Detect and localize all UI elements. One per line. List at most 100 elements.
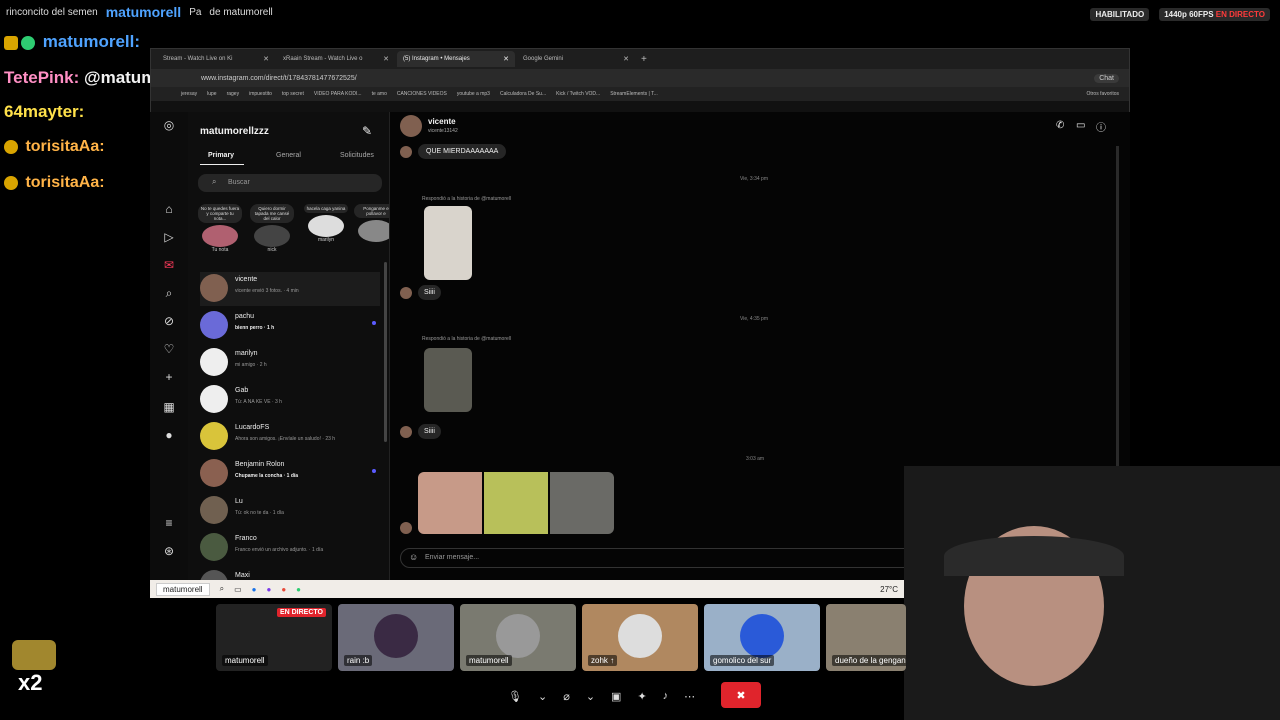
note-item[interactable]: Ponganme e pollavor e [354,204,389,242]
bookmark-item[interactable]: jeresay [181,91,197,97]
microphone-icon[interactable]: 🎙︎ [508,690,522,703]
tab-requests[interactable]: Solicitudes [340,152,374,159]
tab-gemini[interactable]: Google Gemini ✕ [517,51,635,67]
list-scrollbar[interactable] [384,262,387,442]
activities-icon[interactable]: ✦ [637,690,646,703]
search-input[interactable]: ⌕ Buscar [198,174,382,192]
hangup-icon: ✖ [736,689,746,702]
dm-thread[interactable]: Maxi [200,568,380,580]
threads-icon[interactable]: ⊛ [162,544,176,558]
bookmark-item[interactable]: Kick / Twitch VOD... [556,91,600,97]
info-icon[interactable]: ⓘ [1096,119,1106,134]
dm-thread[interactable]: vicente vicente envió 3 fotos. · 4 min [200,272,380,306]
dm-thread[interactable]: Benjamin Rolon Chupame la concha · 1 día [200,457,380,491]
timestamp: Vie, 3:34 pm [740,176,768,182]
story-thumbnail[interactable] [424,348,472,412]
taskbar-window-label[interactable]: matumorell [156,582,210,596]
photo-2[interactable] [484,472,548,534]
camera-off-icon[interactable]: ⌀ [563,690,570,703]
tab-instagram[interactable]: (5) Instagram • Mensajes ✕ [397,51,515,67]
chat-message: 64mayter: [4,102,85,121]
home-icon[interactable]: ⌂ [162,202,176,216]
close-icon: ✕ [383,56,389,63]
profile-icon[interactable]: ● [162,428,176,442]
bookmark-item[interactable]: top secret [282,91,304,97]
other-bookmarks[interactable]: Otros favoritos [1086,91,1119,97]
url-text[interactable]: www.instagram.com/direct/t/1784378147767… [201,75,357,82]
end-call-button[interactable]: ✖ [721,682,761,708]
create-icon[interactable]: + [162,370,176,384]
more-icon[interactable]: ⋯ [684,690,695,703]
bookmark-item[interactable]: CANCIONES VIDEOS [397,91,447,97]
account-name[interactable]: matumorellzzz [200,126,269,137]
chevron-down-icon[interactable]: ⌄ [586,690,595,703]
participant-tile[interactable]: dueño de la gengan [826,604,906,671]
thread-name: vicente [235,276,258,283]
bookmark-item[interactable]: lupe [207,91,216,97]
avatar [200,570,228,580]
new-tab-button[interactable]: + [641,54,647,65]
photo-3[interactable] [550,472,614,534]
conversation-name[interactable]: vicente [428,117,456,126]
app-icon[interactable]: ● [266,585,271,594]
dm-thread[interactable]: pachu bienn perro · 1 h [200,309,380,343]
participant-tile[interactable]: rain :b [338,604,454,671]
dm-thread[interactable]: Franco Franco envió un archivo adjunto. ·… [200,531,380,565]
avatar [200,311,228,339]
chat-button[interactable]: Chat [1094,73,1119,83]
participant-tile[interactable]: gomolico del sur [704,604,820,671]
message-bubble: Siiii [418,424,441,439]
app-icon[interactable]: ● [296,585,301,594]
tab-xraain[interactable]: xRaain Stream - Watch Live o ✕ [277,51,395,67]
bookmark-item[interactable]: te amo [372,91,387,97]
dm-thread[interactable]: LucardoFS Ahora son amigos. ¡Envíale un s… [200,420,380,454]
search-icon[interactable]: ⌕ [162,286,176,300]
dashboard-icon[interactable]: ▦ [162,400,176,414]
thread-preview: Chupame la concha · 1 día [235,473,299,479]
tab-primary[interactable]: Primary [208,152,234,159]
story-thumbnail[interactable] [424,206,472,280]
emoji-icon[interactable]: ☺ [409,552,418,562]
chat-scrollbar[interactable] [1116,146,1119,466]
compose-icon[interactable]: ✎ [362,124,372,138]
search-icon[interactable]: ⌕ [220,584,224,594]
screenshare-icon[interactable]: ▣ [611,690,621,703]
video-icon[interactable]: ▭ [1076,120,1085,131]
bookmark-item[interactable]: StreamElements | T... [610,91,658,97]
chevron-down-icon[interactable]: ⌄ [538,690,547,703]
bookmark-item[interactable]: youtube a mp3 [457,91,490,97]
menu-icon[interactable]: ≡ [162,516,176,530]
avatar[interactable] [400,115,422,137]
dm-thread[interactable]: marilyn mi amigo · 2 h [200,346,380,380]
folder-icon[interactable]: ▭ [234,585,242,594]
address-bar[interactable]: www.instagram.com/direct/t/1784378147767… [151,69,1129,87]
note-item[interactable]: No te quedes fuera y comparte tu nota...… [198,204,242,253]
participant-tile[interactable]: zohk ↑ [582,604,698,671]
dm-thread[interactable]: Gab Tú: A NA KE VE · 3 h [200,383,380,417]
app-icon[interactable]: ● [252,585,257,594]
chat-message: torisitaAa: [4,174,105,192]
bookmark-item[interactable]: ragey [227,91,240,97]
bookmarks-bar: jeresay lupe ragey impuestito top secret VIDE… [151,87,1129,101]
weather-text: 27°C [880,584,898,594]
soundboard-icon[interactable]: ♪ [663,690,669,702]
bookmark-item[interactable]: impuestito [249,91,272,97]
dm-thread[interactable]: Lu Tú: ok no te da · 1 día [200,494,380,528]
note-item[interactable]: hacela caga yanina marilyn [304,204,348,243]
note-item[interactable]: Quiero dormir tapada me cansé del calor n… [250,204,294,253]
tab-bar: Stream - Watch Live on Ki ✕ xRaain Stream… [151,49,1129,69]
explore-icon[interactable]: ⊘ [162,314,176,328]
tab-kick[interactable]: Stream - Watch Live on Ki ✕ [157,51,275,67]
reels-icon[interactable]: ▷ [162,230,176,244]
participant-tile[interactable]: matumorell [460,604,576,671]
heart-icon[interactable]: ♡ [162,342,176,356]
phone-icon[interactable]: ✆ [1056,120,1064,131]
messages-icon[interactable]: ✉ [162,258,176,272]
app-icon[interactable]: ● [281,585,286,594]
instagram-icon[interactable]: ◎ [162,118,176,132]
bookmark-item[interactable]: Calculadora De Su... [500,91,546,97]
photo-1[interactable] [418,472,482,534]
bookmark-item[interactable]: VIDEO PARA KODI... [314,91,362,97]
tab-general[interactable]: General [276,152,301,159]
participant-tile[interactable]: EN DIRECTO matumorell [216,604,332,671]
